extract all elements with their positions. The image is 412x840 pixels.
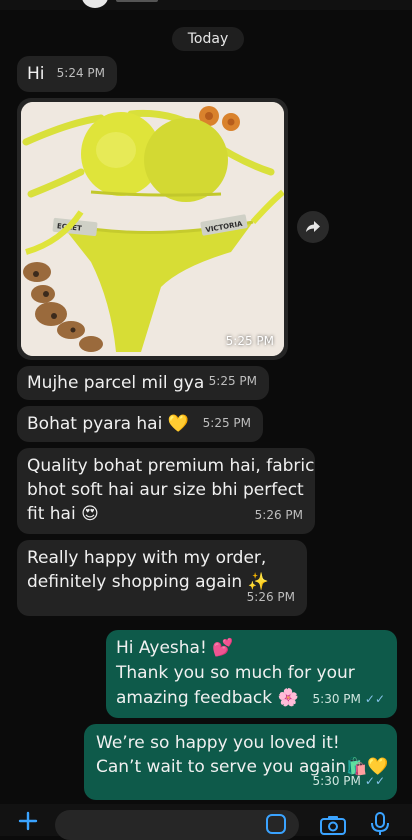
forward-button[interactable] — [297, 211, 329, 243]
attach-button[interactable] — [15, 808, 41, 834]
top-bar-fragment — [0, 0, 412, 10]
message-line: fit hai 😍 — [27, 504, 99, 524]
date-chip: Today — [172, 27, 244, 51]
message-text: Mujhe parcel mil gya — [27, 373, 205, 393]
message-line: bhot soft hai aur size bhi perfect — [27, 480, 304, 500]
message-bubble[interactable]: Quality bohat premium hai, fabric bhot s… — [17, 448, 315, 534]
message-line: Hi Ayesha! 💕 — [116, 638, 234, 658]
message-time: 5:26 PM — [246, 590, 295, 604]
message-bubble[interactable]: Really happy with my order, definitely s… — [17, 540, 307, 616]
image-message-bubble[interactable]: ECRET VICTORIA 5:25 PM — [17, 98, 288, 360]
message-text: Hi — [27, 64, 45, 84]
double-check-icon: ✓✓ — [364, 692, 385, 706]
message-time: 5:25 PM — [202, 416, 251, 430]
product-photo[interactable]: ECRET VICTORIA 5:25 PM — [21, 102, 284, 356]
message-line: Really happy with my order, — [27, 548, 267, 568]
message-time-wrap: 5:30 PM ✓✓ — [313, 768, 385, 794]
message-bubble[interactable]: Hi 5:24 PM — [17, 56, 117, 92]
camera-icon — [320, 816, 346, 835]
message-time: 5:30 PM — [312, 692, 361, 706]
message-bubble[interactable]: Mujhe parcel mil gya 5:25 PM — [17, 366, 269, 400]
message-bubble-outgoing[interactable]: Hi Ayesha! 💕 Thank you so much for your … — [106, 630, 397, 718]
message-time: 5:24 PM — [56, 66, 105, 80]
forward-arrow-icon — [306, 221, 320, 232]
message-time: 5:26 PM — [254, 508, 303, 522]
camera-button[interactable] — [320, 815, 346, 835]
plus-icon — [18, 811, 38, 831]
sticker-icon[interactable] — [266, 814, 286, 834]
microphone-button[interactable] — [370, 812, 390, 836]
message-bubble[interactable]: Bohat pyara hai 💛 5:25 PM — [17, 406, 263, 442]
message-line: definitely shopping again ✨ — [27, 572, 269, 592]
message-time-wrap: 5:30 PM ✓✓ — [313, 686, 385, 712]
message-bubble-outgoing[interactable]: We’re so happy you loved it! Can’t wait … — [84, 724, 397, 800]
message-line: Quality bohat premium hai, fabric — [27, 456, 315, 476]
message-line: Thank you so much for your — [116, 663, 355, 683]
bikini-product-image: ECRET VICTORIA — [21, 102, 284, 356]
message-text: Bohat pyara hai 💛 — [27, 414, 189, 434]
contact-name-fragment — [116, 0, 158, 2]
message-line: We’re so happy you loved it! — [96, 733, 340, 753]
message-time: 5:25 PM — [225, 334, 274, 348]
message-line: amazing feedback 🌸 — [116, 688, 299, 708]
double-check-icon: ✓✓ — [364, 774, 385, 788]
message-time: 5:25 PM — [208, 374, 257, 388]
message-time: 5:30 PM — [312, 774, 361, 788]
microphone-icon — [371, 812, 389, 835]
